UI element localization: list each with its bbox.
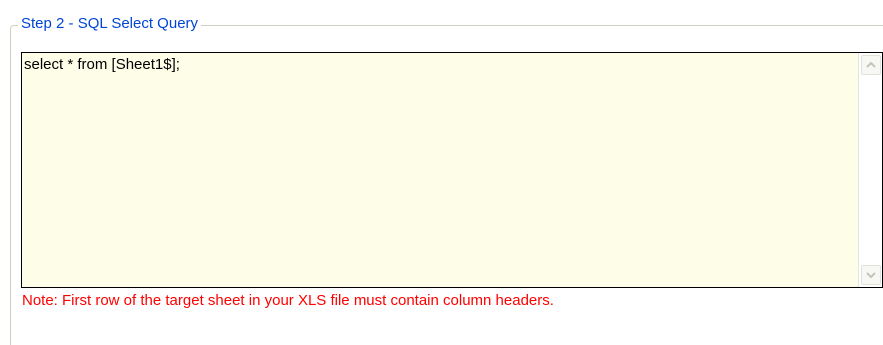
vertical-scrollbar[interactable] — [858, 53, 882, 287]
scroll-down-button[interactable] — [861, 265, 881, 285]
group-title: Step 2 - SQL Select Query — [18, 14, 202, 34]
scroll-up-button[interactable] — [861, 55, 881, 75]
chevron-down-icon — [866, 272, 876, 279]
sql-query-text[interactable]: select * from [Sheet1$]; — [24, 55, 844, 75]
sql-query-textarea[interactable]: select * from [Sheet1$]; — [21, 52, 883, 288]
column-headers-note: Note: First row of the target sheet in y… — [22, 292, 554, 309]
chevron-up-icon — [866, 61, 876, 68]
